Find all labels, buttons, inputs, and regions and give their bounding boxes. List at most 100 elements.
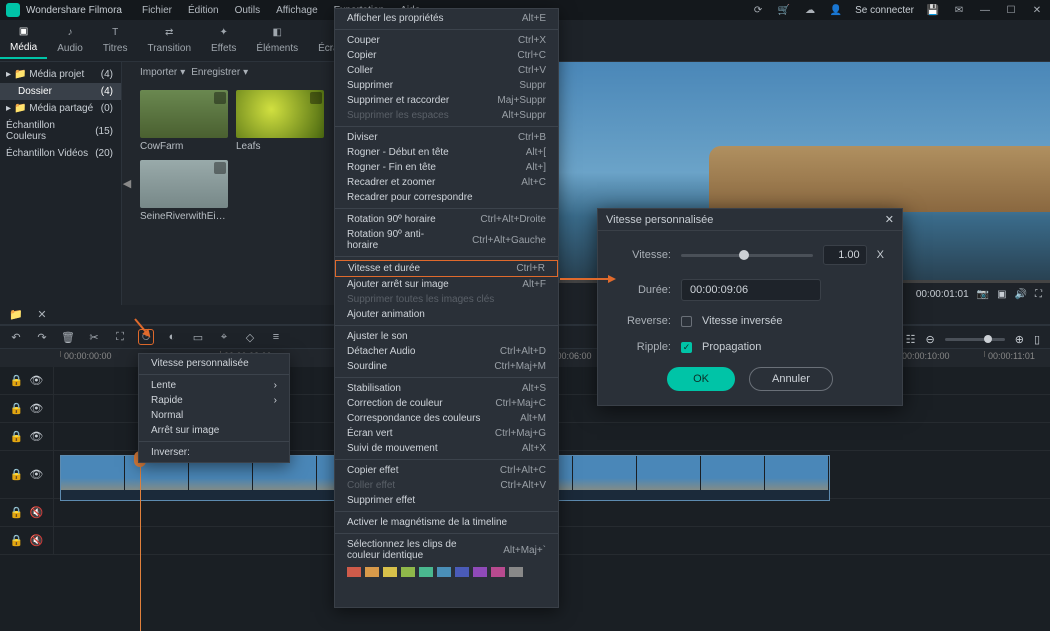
collapse-sidebar[interactable]: ◀ [122,62,132,305]
mixer-icon[interactable]: ☷ [906,333,916,346]
ctx-item[interactable]: SourdineCtrl+Maj+M [335,359,558,374]
user-icon[interactable]: 👤 [829,3,843,17]
mute-icon[interactable]: 🔇 [30,506,44,519]
ctx-item[interactable]: Recadrer pour correspondre [335,190,558,205]
ctx-item[interactable]: Recadrer et zoomerAlt+C [335,175,558,190]
mute-icon[interactable]: 🔊 [1015,289,1027,300]
ctx-item[interactable]: Ajuster le son [335,329,558,344]
tree-sample-videos[interactable]: Échantillon Vidéos(20) [0,145,121,162]
speed-normal[interactable]: Normal [139,408,289,423]
menu-file[interactable]: Fichier [134,5,180,16]
cancel-button[interactable]: Annuler [749,367,833,391]
ctx-item[interactable]: Suivi de mouvementAlt+X [335,441,558,456]
maximize-icon[interactable]: ☐ [1004,3,1018,17]
sync-icon[interactable]: ⟳ [751,3,765,17]
tab-titles[interactable]: TTitres [93,23,138,58]
dialog-close-icon[interactable]: ✕ [885,213,894,226]
speed-custom[interactable]: Vitesse personnalisée [139,356,289,371]
media-thumb[interactable]: SeineRiverwithEiffelTow... [140,160,228,222]
ctx-item[interactable]: CouperCtrl+X [335,33,558,48]
greenscreen-icon[interactable]: ▭ [190,329,206,345]
color-swatch[interactable] [365,567,379,577]
color-swatch[interactable] [347,567,361,577]
tab-media[interactable]: ▣Média [0,22,47,59]
ctx-item[interactable]: Afficher les propriétésAlt+E [335,11,558,26]
eye-icon[interactable]: 👁 [29,468,43,481]
zoom-out-icon[interactable]: ⊖ [926,333,935,346]
tab-elements[interactable]: ◧Éléments [246,23,308,58]
ctx-item[interactable]: Rogner - Fin en têteAlt+] [335,160,558,175]
new-folder-icon[interactable]: 📁 [8,307,24,323]
ctx-item[interactable]: Supprimer effet [335,493,558,508]
connect-link[interactable]: Se connecter [855,5,914,16]
color-swatch[interactable] [419,567,433,577]
ctx-item[interactable]: Correction de couleurCtrl+Maj+C [335,396,558,411]
cart-icon[interactable]: 🛒 [777,3,791,17]
ctx-item[interactable]: StabilisationAlt+S [335,381,558,396]
ctx-item[interactable]: Sélectionnez les clips de couleur identi… [335,537,558,563]
record-dropdown[interactable]: Enregistrer ▾ [191,67,248,78]
speed-slider[interactable] [681,254,813,257]
ctx-item[interactable]: Ajouter arrêt sur imageAlt+F [335,277,558,292]
mute-icon[interactable]: 🔇 [30,534,44,547]
color-icon[interactable]: ◐ [164,329,180,345]
ctx-item[interactable]: Ajouter animation [335,307,558,322]
import-dropdown[interactable]: Importer ▾ [140,67,185,78]
ctx-item[interactable]: Écran vertCtrl+Maj+G [335,426,558,441]
tab-audio[interactable]: ♪Audio [47,23,93,58]
eye-icon[interactable]: 👁 [29,374,43,387]
ctx-item[interactable]: Vitesse et duréeCtrl+R [335,260,558,277]
ctx-item[interactable]: Correspondance des couleursAlt+M [335,411,558,426]
delete-icon[interactable]: 🗑 [60,329,76,345]
ctx-item[interactable]: Détacher AudioCtrl+Alt+D [335,344,558,359]
save-icon[interactable]: 💾 [926,3,940,17]
color-swatch[interactable] [383,567,397,577]
reverse-checkbox[interactable] [681,316,692,327]
ctx-item[interactable]: DiviserCtrl+B [335,130,558,145]
delete-folder-icon[interactable]: ✕ [34,307,50,323]
keyframe-icon[interactable]: ◇ [242,329,258,345]
lock-icon[interactable]: 🔒 [10,468,24,481]
color-swatch[interactable] [473,567,487,577]
lock-icon[interactable]: 🔒 [10,430,24,443]
fullscreen-icon[interactable]: ⛶ [1035,289,1042,300]
tree-shared-media[interactable]: ▸📁 Média partagé(0) [0,100,121,117]
ctx-item[interactable]: Activer le magnétisme de la timeline [335,515,558,530]
settings-icon[interactable]: ≡ [268,329,284,345]
zoom-in-icon[interactable]: ⊕ [1015,333,1024,346]
send-icon[interactable]: ✉ [952,3,966,17]
speed-slow[interactable]: Lente [139,378,289,393]
ctx-item[interactable]: Rotation 90º horaireCtrl+Alt+Droite [335,212,558,227]
split-icon[interactable]: ✂ [86,329,102,345]
speed-input[interactable] [823,245,867,265]
duration-input[interactable] [681,279,821,301]
fit-icon[interactable]: ▯ [1034,333,1040,346]
media-thumb[interactable]: Leafs [236,90,324,152]
ok-button[interactable]: OK [667,367,735,391]
media-thumb[interactable]: CowFarm [140,90,228,152]
crop-icon[interactable]: ⛶ [112,329,128,345]
minimize-icon[interactable]: — [978,3,992,17]
ctx-item[interactable]: CollerCtrl+V [335,63,558,78]
snapshot-icon[interactable]: 📷 [977,289,989,300]
color-swatch[interactable] [455,567,469,577]
track-motion-icon[interactable]: ⌖ [216,329,232,345]
lock-icon[interactable]: 🔒 [10,402,24,415]
color-swatch[interactable] [491,567,505,577]
ctx-item[interactable]: Copier effetCtrl+Alt+C [335,463,558,478]
color-swatch[interactable] [437,567,451,577]
lock-icon[interactable]: 🔒 [10,374,24,387]
tree-sample-colors[interactable]: Échantillon Couleurs(15) [0,117,121,145]
eye-icon[interactable]: 👁 [29,430,43,443]
menu-tools[interactable]: Outils [227,5,269,16]
zoom-slider[interactable] [945,338,1005,341]
ripple-checkbox[interactable]: ✓ [681,342,692,353]
quality-icon[interactable]: ▣ [997,289,1006,300]
color-swatch[interactable] [509,567,523,577]
ctx-item[interactable]: SupprimerSuppr [335,78,558,93]
speed-reverse[interactable]: Inverser: [139,445,289,460]
eye-icon[interactable]: 👁 [29,402,43,415]
color-swatch[interactable] [401,567,415,577]
ctx-item[interactable]: CopierCtrl+C [335,48,558,63]
undo-icon[interactable]: ↶ [8,329,24,345]
